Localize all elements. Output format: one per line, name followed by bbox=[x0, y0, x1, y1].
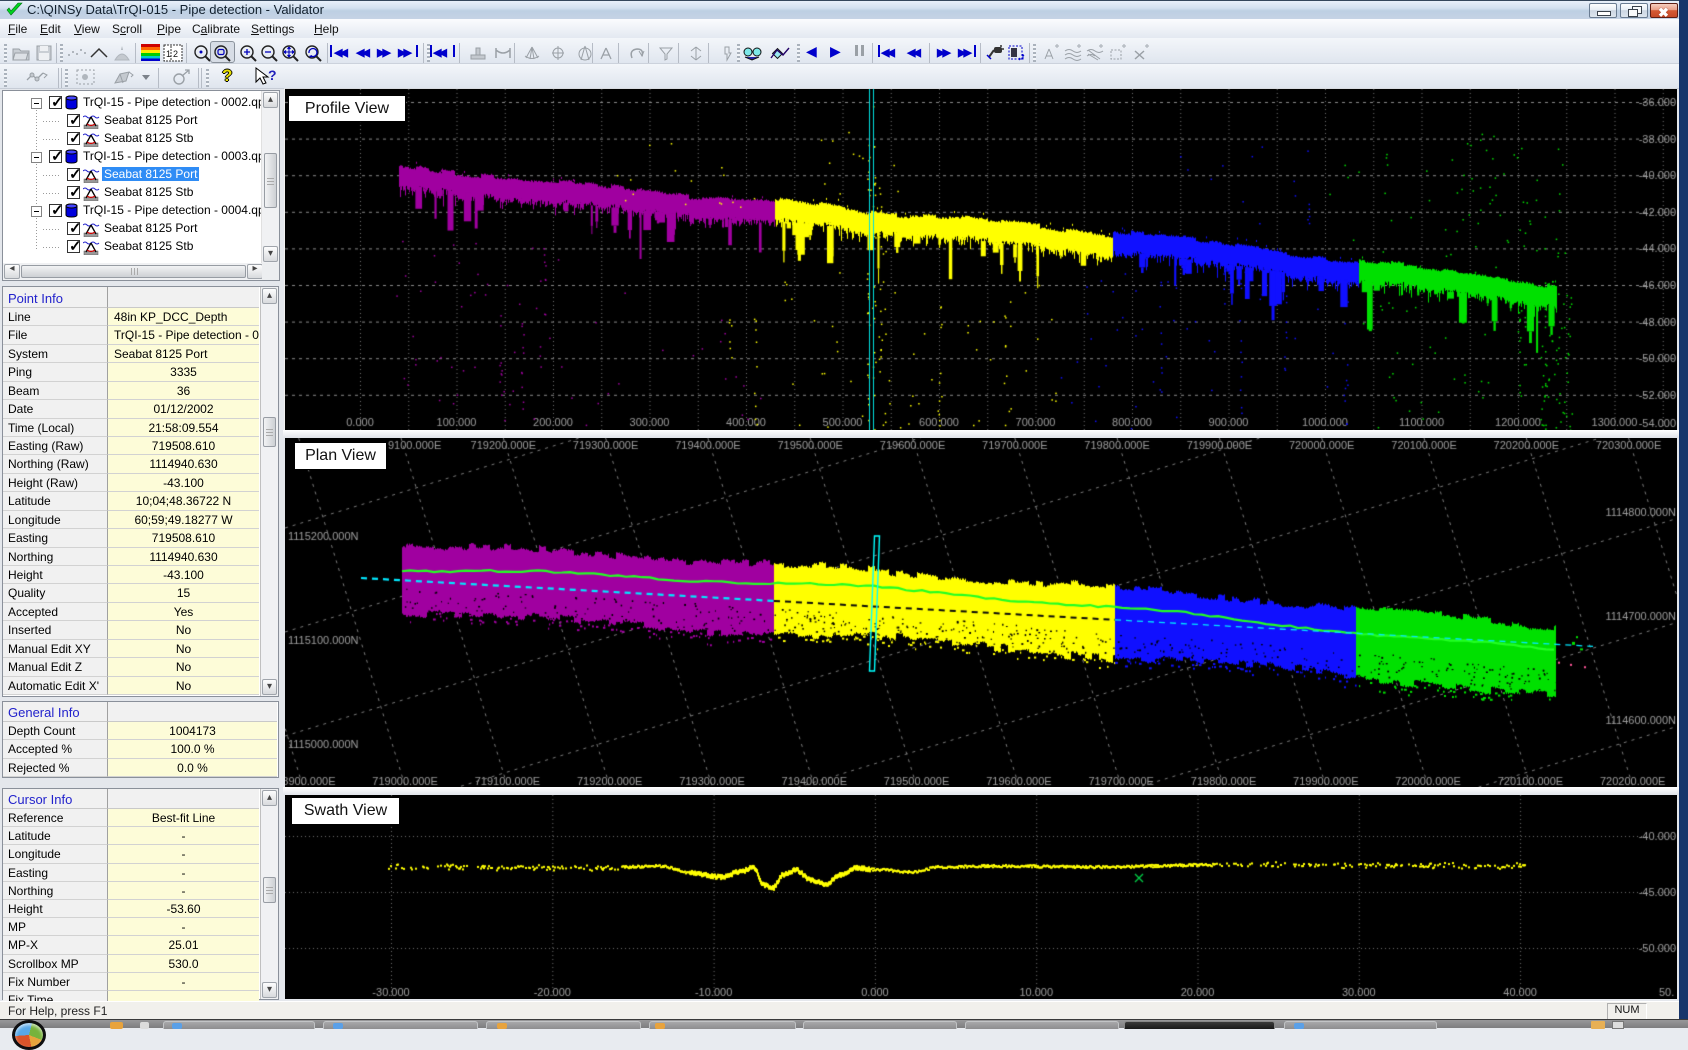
svg-text:?: ? bbox=[268, 67, 277, 83]
svg-text:2: 2 bbox=[173, 49, 178, 59]
svg-text:1: 1 bbox=[166, 49, 171, 59]
